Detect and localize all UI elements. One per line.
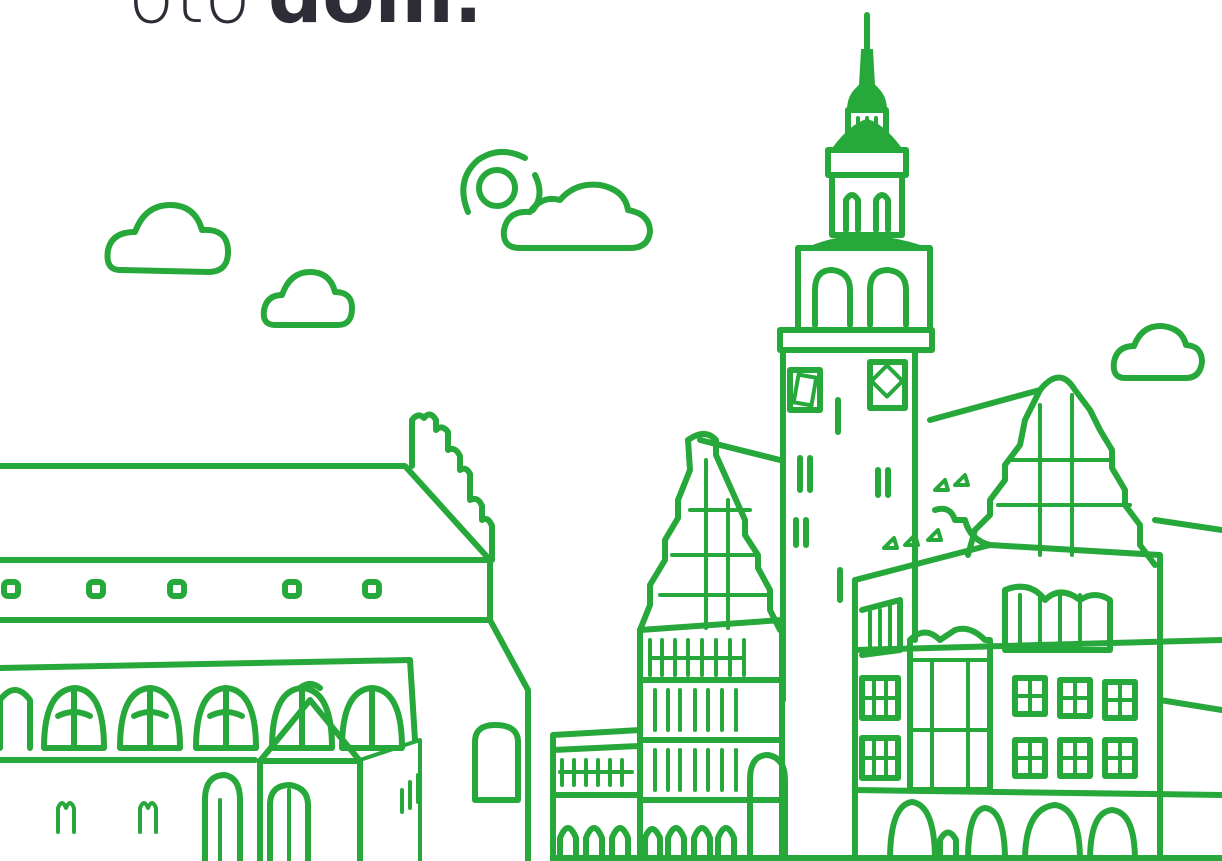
sun-icon <box>460 149 543 215</box>
city-line-illustration: oto dom. <box>0 0 1222 861</box>
cloud-icon <box>1110 322 1205 381</box>
logo-bold-text: dom. <box>268 0 483 40</box>
church-building <box>0 411 531 861</box>
logo-light-text: oto <box>128 0 251 40</box>
illustration-canvas: oto dom. <box>0 0 1222 861</box>
annex-building <box>550 727 643 861</box>
town-hall-right-wing <box>852 374 1222 861</box>
town-hall-left-wing <box>637 431 788 861</box>
cloud-icon <box>104 202 231 275</box>
brand-logo: oto dom. <box>128 0 483 40</box>
cloud-icon <box>260 269 355 328</box>
cloud-icon <box>500 181 653 251</box>
